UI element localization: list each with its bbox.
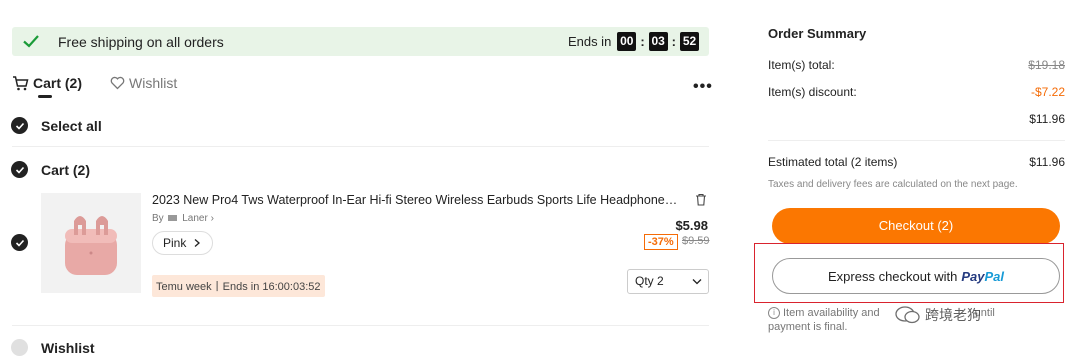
avail-text-3: payment is final. [768,321,848,333]
countdown-minutes: 03 [648,32,668,51]
wishlist-section-label: Wishlist [41,340,95,356]
items-discount-label: Item(s) discount: [768,85,857,99]
seller-logo-icon [168,215,178,222]
taxes-note: Taxes and delivery fees are calculated o… [768,179,1018,190]
seller-line[interactable]: By Laner › [152,213,214,224]
express-label: Express checkout with [828,268,958,284]
divider [768,140,1065,141]
items-total-row: Item(s) total: $19.18 [768,58,1065,72]
promo-tag: Temu week丨Ends in 16:00:03:52 [152,275,325,297]
shipping-banner: Free shipping on all orders Ends in 00 :… [12,27,709,56]
paypal-logo-pay: Pay [961,268,985,284]
variant-selector[interactable]: Pink [152,231,214,255]
original-price: $9.59 [682,235,710,247]
items-discount-value: -$7.22 [1030,85,1065,99]
ends-label: Ends in [567,34,612,49]
product-title[interactable]: 2023 New Pro4 Tws Waterproof In-Ear Hi-f… [152,193,682,207]
items-total-value: $19.18 [1028,58,1065,72]
seller-name: Laner [182,213,208,224]
cart-section-checkbox[interactable] [11,161,28,178]
checkout-button[interactable]: Checkout (2) [772,208,1060,244]
chevron-down-icon [692,279,702,285]
check-icon [15,166,24,174]
chevron-right-icon [194,239,201,247]
discount-badge: -37% [644,234,678,250]
product-checkbox[interactable] [11,234,28,251]
check-icon [15,122,24,130]
check-icon [23,35,39,48]
items-total-label: Item(s) total: [768,58,835,72]
order-summary-title: Order Summary [768,26,867,41]
divider [12,146,709,147]
estimated-total-row: Estimated total (2 items) $11.96 [768,155,1065,169]
quantity-value: Qty 2 [635,274,664,288]
product-price: $5.98 [675,218,708,233]
tab-wishlist-label: Wishlist [129,75,178,91]
cart-icon [13,75,29,90]
wechat-icon [895,306,920,324]
heart-icon [110,76,125,90]
items-discount-row: Item(s) discount: -$7.22 [768,85,1065,99]
tab-cart[interactable]: Cart (2) [12,75,82,91]
seller-prefix: By [152,213,164,224]
shipping-text: Free shipping on all orders [58,34,224,50]
trash-icon[interactable] [695,193,707,206]
select-all-checkbox[interactable] [11,117,28,134]
countdown-hours: 00 [617,32,637,51]
paypal-express-button[interactable]: Express checkout with Pay Pal [772,258,1060,294]
quantity-select[interactable]: Qty 2 [627,269,709,294]
select-all-label: Select all [41,118,102,134]
info-icon: i [768,307,780,320]
variant-label: Pink [163,236,187,250]
subtotal-value: $11.96 [1029,112,1065,126]
watermark-text: 跨境老狗 [925,307,981,323]
tab-active-indicator [38,95,52,98]
divider [12,325,709,326]
wishlist-section-checkbox[interactable] [11,339,28,356]
countdown-seconds: 52 [680,32,699,51]
product-image[interactable] [41,193,141,293]
tab-cart-label: Cart (2) [33,75,83,91]
subtotal-row: $11.96 [768,112,1065,126]
tab-wishlist[interactable]: Wishlist [110,75,177,91]
earbuds-image [65,216,117,275]
paypal-logo-pal: Pal [984,268,1004,284]
more-options-button[interactable]: ••• [693,78,713,96]
chevron-right-icon: › [210,213,214,224]
check-icon [15,239,24,247]
watermark: 跨境老狗 [895,305,981,325]
estimated-total-label: Estimated total (2 items) [768,155,898,169]
avail-text-1: Item availability and [783,307,880,319]
estimated-total-value: $11.96 [1029,155,1065,169]
cart-section-label: Cart (2) [41,162,91,178]
countdown: Ends in 00 : 03 : 52 [568,32,699,51]
